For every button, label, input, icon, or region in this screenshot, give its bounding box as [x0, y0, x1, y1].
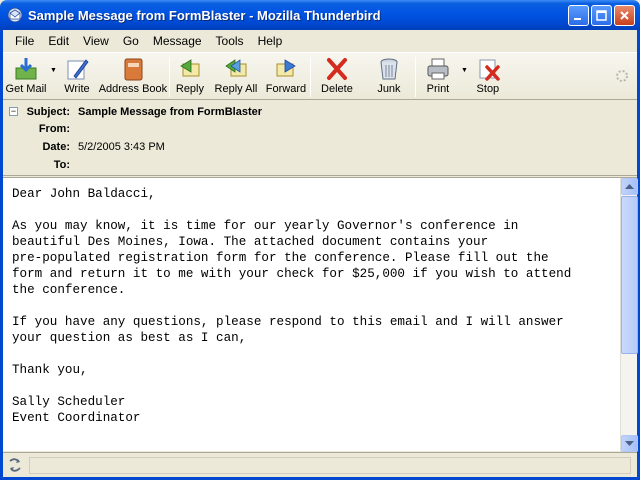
vertical-scrollbar[interactable]	[620, 178, 638, 452]
reply-all-label: Reply All	[214, 83, 258, 95]
window-title: Sample Message from FormBlaster - Mozill…	[28, 7, 381, 23]
scroll-up-button[interactable]	[621, 178, 638, 195]
print-button[interactable]: Print	[416, 53, 460, 99]
trash-can-icon	[380, 58, 398, 80]
address-book-label: Address Book	[98, 83, 168, 95]
get-mail-icon	[15, 58, 37, 80]
title-bar[interactable]: Sample Message from FormBlaster - Mozill…	[0, 0, 640, 30]
scrollbar-thumb[interactable]	[621, 196, 638, 354]
activity-throbber-icon	[616, 70, 628, 82]
message-body-pane[interactable]: Dear John Baldacci, As you may know, it …	[3, 177, 638, 452]
delete-button[interactable]: Delete	[311, 53, 363, 99]
get-mail-button[interactable]: Get Mail	[3, 53, 49, 99]
get-mail-dropdown[interactable]: ▼	[50, 67, 57, 74]
menu-file[interactable]: File	[8, 34, 41, 48]
print-label: Print	[426, 83, 450, 95]
print-dropdown[interactable]: ▼	[461, 67, 468, 74]
delete-label: Delete	[321, 83, 353, 95]
scroll-down-arrow-icon	[625, 440, 634, 446]
reply-all-button[interactable]: Reply All	[210, 53, 262, 99]
subject-row: Subject: Sample Message from FormBlaster	[3, 103, 262, 121]
from-label: From:	[38, 123, 70, 135]
close-button[interactable]	[614, 5, 635, 26]
reply-all-icon	[225, 59, 247, 77]
menu-help[interactable]: Help	[251, 34, 290, 48]
date-row: Date: 5/2/2005 3:43 PM	[3, 138, 165, 156]
minimize-button[interactable]	[568, 5, 589, 26]
junk-button[interactable]: Junk	[363, 53, 415, 99]
status-text-field	[29, 457, 631, 474]
menu-edit[interactable]: Edit	[41, 34, 76, 48]
write-label: Write	[64, 83, 90, 95]
date-label: Date:	[42, 141, 70, 153]
forward-icon	[276, 59, 296, 77]
forward-button[interactable]: Forward	[262, 53, 310, 99]
write-button[interactable]: Write	[57, 53, 97, 99]
to-row: To:	[3, 156, 78, 174]
reply-button[interactable]: Reply	[170, 53, 210, 99]
scroll-down-button[interactable]	[621, 435, 638, 452]
stop-icon	[479, 59, 500, 81]
stop-button[interactable]: Stop	[468, 53, 508, 99]
online-status-icon[interactable]	[7, 457, 23, 473]
menu-view[interactable]: View	[76, 34, 116, 48]
status-bar	[3, 452, 637, 477]
minimize-icon	[574, 18, 581, 20]
printer-icon	[427, 58, 449, 80]
menu-tools[interactable]: Tools	[209, 34, 251, 48]
main-toolbar: Get Mail ▼ Write Address Book Reply Repl…	[3, 52, 637, 100]
address-book-button[interactable]: Address Book	[97, 53, 169, 99]
message-body-text: Dear John Baldacci, As you may know, it …	[12, 187, 572, 425]
close-icon	[620, 11, 629, 20]
subject-value: Sample Message from FormBlaster	[78, 106, 263, 118]
to-label: To:	[53, 159, 70, 171]
junk-label: Junk	[377, 83, 401, 95]
get-mail-label: Get Mail	[5, 83, 47, 95]
scroll-up-arrow-icon	[625, 183, 634, 189]
forward-label: Forward	[265, 83, 307, 95]
menu-bar: File Edit View Go Message Tools Help	[3, 30, 637, 51]
address-book-icon	[124, 58, 143, 81]
reply-icon	[180, 59, 200, 77]
menu-message[interactable]: Message	[146, 34, 209, 48]
date-value: 5/2/2005 3:43 PM	[78, 141, 165, 153]
stop-label: Stop	[476, 83, 500, 95]
maximize-button[interactable]	[591, 5, 612, 26]
menu-go[interactable]: Go	[116, 34, 146, 48]
reply-label: Reply	[175, 83, 204, 95]
delete-icon	[326, 58, 347, 80]
maximize-icon	[596, 10, 607, 21]
subject-label: Subject:	[26, 106, 70, 118]
write-icon	[67, 59, 89, 80]
thunderbird-app-icon	[7, 7, 23, 23]
from-row: From:	[3, 120, 78, 138]
message-header-pane: − Subject: Sample Message from FormBlast…	[3, 101, 637, 176]
